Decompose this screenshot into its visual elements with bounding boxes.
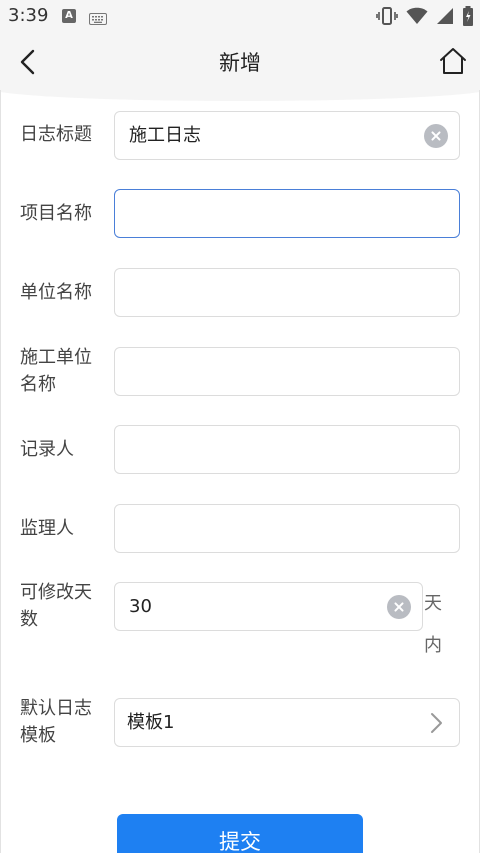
submit-button[interactable]: 提交	[117, 814, 363, 853]
construction-unit-label-line2: 名称	[20, 374, 56, 395]
construction-unit-label-line1: 施工单位	[20, 347, 92, 368]
supervisor-field[interactable]	[114, 504, 460, 553]
default-template-label-line1: 默认日志	[20, 698, 92, 719]
header-curve	[0, 88, 480, 101]
editable-days-field[interactable]: 30	[114, 582, 423, 631]
recorder-label: 记录人	[20, 439, 74, 460]
page-title: 新增	[219, 51, 261, 75]
project-name-field[interactable]	[114, 189, 460, 238]
recorder-field[interactable]	[114, 425, 460, 474]
log-title-field[interactable]: 施工日志	[114, 111, 460, 160]
supervisor-label: 监理人	[20, 518, 74, 539]
log-title-label: 日志标题	[20, 124, 92, 145]
editable-days-label-line2: 数	[20, 609, 38, 630]
chevron-right-icon	[427, 712, 445, 734]
editable-days-value: 30	[129, 596, 152, 617]
default-template-label-line2: 模板	[20, 725, 56, 746]
editable-days-label-line1: 可修改天	[20, 582, 92, 603]
frame-left-edge	[0, 90, 1, 853]
days-suffix-line2: 内	[424, 635, 442, 656]
log-title-value: 施工日志	[129, 125, 201, 146]
status-time: 3:39	[8, 5, 49, 26]
unit-name-field[interactable]	[114, 268, 460, 317]
clear-icon[interactable]	[387, 595, 411, 619]
status-bar: 3:39 A	[0, 0, 480, 34]
clear-icon[interactable]	[424, 124, 448, 148]
battery-icon	[462, 6, 474, 30]
a-notification-icon: A	[62, 9, 76, 23]
signal-icon	[436, 7, 454, 29]
vibrate-icon	[376, 6, 398, 30]
construction-unit-field[interactable]	[114, 347, 460, 396]
keyboard-icon	[89, 10, 107, 29]
default-template-select[interactable]: 模板1	[114, 698, 460, 747]
project-name-label: 项目名称	[20, 203, 92, 224]
home-icon[interactable]	[438, 46, 468, 76]
default-template-value: 模板1	[127, 712, 175, 733]
days-suffix-line1: 天	[424, 593, 442, 614]
unit-name-label: 单位名称	[20, 282, 92, 303]
nav-bar: 新增	[0, 34, 480, 90]
wifi-icon	[406, 7, 428, 29]
